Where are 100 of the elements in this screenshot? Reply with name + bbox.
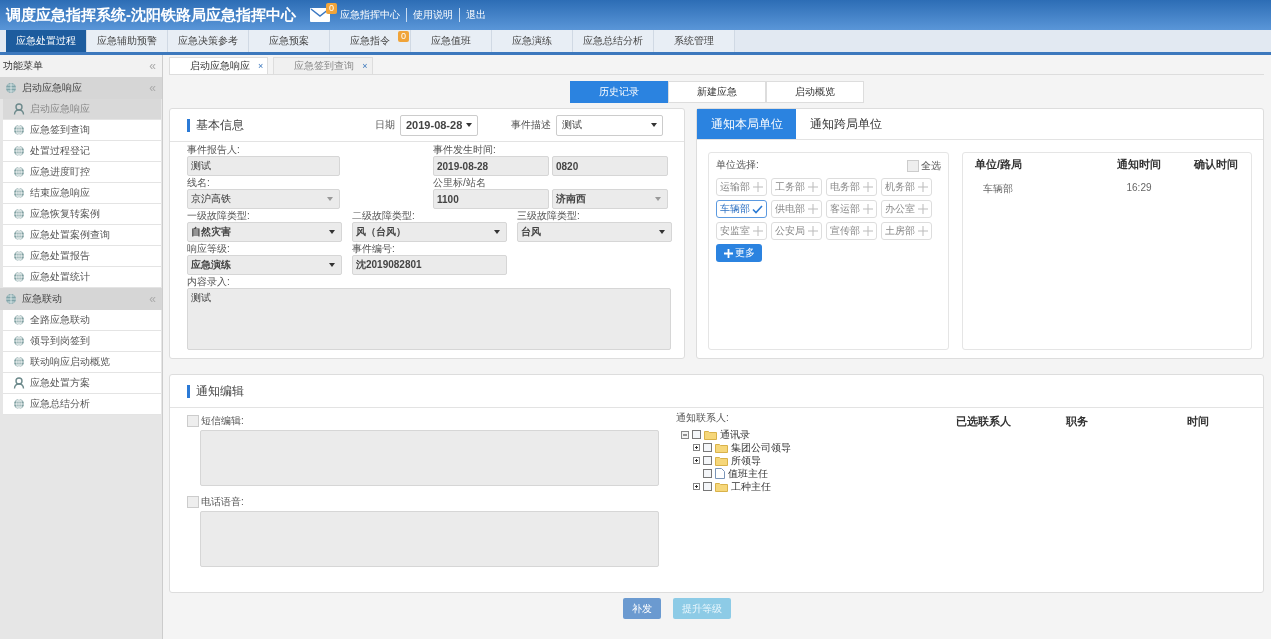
select-field[interactable]: 台风 (517, 222, 672, 242)
nav-tab[interactable]: 应急辅助预警 (87, 30, 168, 52)
plus-icon (918, 204, 928, 214)
menu-item[interactable]: 应急恢复转案例 (3, 204, 161, 225)
nav-tab[interactable]: 系统管理 (654, 30, 735, 52)
checkbox[interactable] (907, 160, 919, 172)
globe-icon (13, 187, 25, 199)
tree-item[interactable]: 所领导 (731, 453, 761, 468)
more-button[interactable]: 更多 (716, 244, 762, 262)
plus-icon (723, 248, 733, 258)
unit-chip[interactable]: 土房部 (881, 222, 932, 240)
nav-tab[interactable]: 应急总结分析 (573, 30, 654, 52)
tree-toggle-icon[interactable] (681, 430, 689, 439)
globe-icon (13, 314, 25, 326)
segment-button[interactable]: 历史记录 (569, 81, 668, 103)
globe-icon (13, 208, 25, 220)
field-label: 二级故障类型: (352, 210, 416, 222)
unit-chip[interactable]: 供电部 (771, 200, 822, 218)
input-field[interactable]: 沈2019082801 (352, 255, 507, 275)
page-tab[interactable]: 启动应急响应 × (169, 57, 269, 74)
text-area[interactable]: 测试 (187, 288, 671, 350)
nav-tab[interactable]: 应急决策参考 (168, 30, 249, 52)
tree-item[interactable]: 通讯录 (720, 427, 750, 442)
menu-group-title[interactable]: 启动应急响应 (22, 81, 145, 95)
checkbox[interactable] (703, 443, 712, 452)
description-select[interactable]: 测试 (556, 114, 663, 136)
nav-tab[interactable]: 应急演练 (492, 30, 573, 52)
field-label: 事件编号: (352, 243, 396, 255)
unit-chip[interactable]: 电务部 (826, 178, 877, 196)
nav-tab[interactable]: 应急值班 (411, 30, 492, 52)
nav-tab[interactable]: 应急处置过程 (6, 30, 87, 52)
header-link[interactable]: 使用说明 (406, 8, 453, 22)
plus-icon (918, 182, 928, 192)
header-link[interactable]: 退出 (459, 8, 486, 22)
mail-icon[interactable] (310, 8, 330, 22)
menu-item[interactable]: 应急总结分析 (3, 394, 161, 415)
count-badge: 0 (398, 31, 409, 42)
menu-item[interactable]: 应急处置案例查询 (3, 225, 161, 246)
menu-item[interactable]: 领导到岗签到 (3, 331, 161, 352)
input-field[interactable]: 测试 (187, 156, 340, 176)
date-select[interactable]: 2019-08-28 (400, 114, 478, 136)
tree-item[interactable]: 工种主任 (731, 479, 771, 494)
close-button[interactable]: × (258, 61, 264, 71)
unit-chip[interactable]: 客运部 (826, 200, 877, 218)
checkbox[interactable] (703, 482, 712, 491)
input-field[interactable]: 0820 (552, 156, 668, 176)
menu-item[interactable]: 应急处置方案 (3, 373, 161, 394)
folder-icon (704, 429, 717, 440)
globe-icon (13, 250, 25, 262)
menu-item[interactable]: 处置过程登记 (3, 141, 161, 162)
field-label: 响应等级: (187, 243, 231, 255)
unit-chip[interactable]: 办公室 (881, 200, 932, 218)
field-label: 内容录入: (187, 276, 231, 288)
checkbox[interactable] (692, 430, 701, 439)
input-field[interactable]: 1100 (433, 189, 549, 209)
menu-item[interactable]: 应急处置报告 (3, 246, 161, 267)
segment-button[interactable]: 新建应急 (667, 81, 766, 103)
column-header: 已选联系人 (956, 414, 1012, 429)
field-label: 事件描述 (511, 118, 551, 132)
sidebar-title: 功能菜单 (3, 59, 43, 73)
page-tab[interactable]: 应急签到查询 × (273, 57, 373, 74)
caret-icon (651, 123, 657, 127)
unit-chip[interactable]: 宣传部 (826, 222, 877, 240)
menu-item[interactable]: 联动响应启动概览 (3, 352, 161, 373)
menu-item[interactable]: 应急签到查询 (3, 120, 161, 141)
checkbox-label: 电话语音: (201, 495, 244, 509)
caret-icon (327, 197, 333, 201)
unit-chip[interactable]: 安监室 (716, 222, 767, 240)
unit-chip[interactable]: 运输部 (716, 178, 767, 196)
select-field[interactable]: 京沪高铁 (187, 189, 340, 209)
panel-tab[interactable]: 通知本局单位 (697, 109, 796, 139)
checkbox[interactable] (703, 469, 712, 478)
person-icon (13, 377, 25, 389)
menu-item[interactable]: 应急处置统计 (3, 267, 161, 288)
close-button[interactable]: × (362, 61, 368, 71)
tree-toggle-icon[interactable] (693, 457, 700, 464)
select-field[interactable]: 风（台风） (352, 222, 507, 242)
input-field[interactable]: 2019-08-28 (433, 156, 549, 176)
tree-item[interactable]: 值班主任 (728, 466, 768, 481)
nav-tab[interactable]: 应急预案 (249, 30, 330, 52)
menu-item[interactable]: 结束应急响应 (3, 183, 161, 204)
unit-chip[interactable]: 车辆部 (716, 200, 767, 218)
menu-group-title[interactable]: 应急联动 (22, 292, 145, 306)
unit-chip[interactable]: 工务部 (771, 178, 822, 196)
unit-chip[interactable]: 公安局 (771, 222, 822, 240)
select-field[interactable]: 济南西 (552, 189, 668, 209)
field-label: 事件发生时间: (433, 144, 497, 156)
tree-toggle-icon[interactable] (693, 483, 700, 490)
tree-item[interactable]: 集团公司领导 (731, 440, 791, 455)
select-field[interactable]: 自然灾害 (187, 222, 342, 242)
menu-item[interactable]: 应急进度盯控 (3, 162, 161, 183)
checkbox[interactable] (703, 456, 712, 465)
menu-item[interactable]: 全路应急联动 (3, 310, 161, 331)
checkbox[interactable] (187, 496, 199, 508)
tree-toggle-icon[interactable] (693, 444, 700, 451)
segment-button[interactable]: 启动概览 (765, 81, 864, 103)
unit-chip[interactable]: 机务部 (881, 178, 932, 196)
header-link[interactable]: 应急指挥中心 (340, 8, 400, 22)
checkbox[interactable] (187, 415, 199, 427)
select-field[interactable]: 应急演练 (187, 255, 342, 275)
